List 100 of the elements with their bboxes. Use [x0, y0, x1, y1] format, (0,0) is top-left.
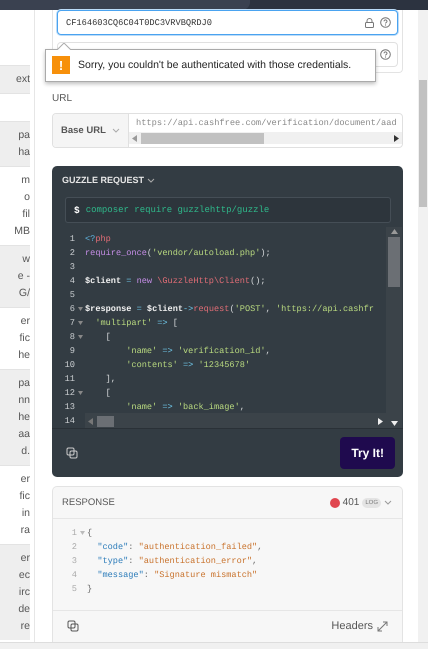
code-line: } [87, 584, 92, 594]
sidebar-text: o [24, 191, 30, 203]
line-number: 1 [68, 234, 75, 244]
sidebar-text: irc [18, 586, 30, 598]
url-field[interactable]: Base URL https://api.cashfree.com/verification/document/aad [52, 113, 403, 148]
sidebar-item[interactable]: er ec irc de re [0, 544, 30, 640]
code-line: $client = new \GuzzleHttp\Client(); [85, 276, 266, 286]
sidebar-text: e - [18, 270, 30, 282]
help-icon[interactable] [380, 49, 391, 60]
url-label: URL [52, 93, 74, 104]
fold-icon[interactable] [78, 321, 82, 325]
line-number: 7 [68, 318, 75, 328]
line-number: 4 [70, 570, 77, 580]
sidebar-text: de [18, 603, 30, 615]
line-number: 11 [64, 374, 75, 384]
sidebar-text: aa [18, 428, 30, 440]
arrow-icon[interactable] [390, 421, 398, 426]
status-code: 401 [342, 497, 360, 508]
sidebar-item[interactable]: w e - G/ [0, 245, 30, 307]
sidebar-text: nn [18, 394, 30, 406]
code-line: { [87, 528, 92, 538]
url-text: https://api.cashfree.com/verification/document/aad [135, 117, 398, 130]
code-line: "message": "Signature mismatch" [96, 570, 258, 580]
credential-field[interactable]: CF164603CQ6C04T0DC3VRVBQRDJ0 [57, 10, 398, 35]
sidebar-text: MB [14, 225, 30, 237]
line-number: 8 [68, 332, 75, 342]
help-icon[interactable] [380, 17, 391, 28]
sidebar-text: fil [22, 208, 30, 220]
arrow-icon[interactable] [378, 418, 383, 424]
code-line: 'name' => 'verification_id', [125, 346, 271, 356]
sidebar-text: in [22, 507, 30, 519]
sidebar-text: ec [18, 569, 30, 581]
sidebar-item[interactable]: pa nn he aa d. [0, 369, 30, 465]
chevron-icon [112, 128, 120, 133]
chevron-icon [384, 500, 392, 505]
line-number: 4 [68, 276, 75, 286]
code-line: "code": "authentication_failed", [96, 542, 262, 552]
expand-icon[interactable] [377, 620, 388, 632]
scrollbar[interactable] [129, 132, 402, 144]
sidebar-item[interactable]: pa ha [0, 121, 30, 166]
sidebar-text: fic [20, 332, 30, 344]
base-url-dropdown[interactable]: Base URL [53, 114, 129, 147]
horizontal-scrollbar[interactable] [0, 642, 428, 649]
scrollbar-thumb[interactable] [141, 132, 264, 144]
prompt-sign: $ [74, 204, 80, 216]
line-number: 14 [64, 416, 75, 426]
chevron-icon [147, 178, 156, 182]
panel-title[interactable]: GUZZLE REQUEST [62, 175, 144, 185]
code-line: [ [104, 332, 111, 342]
line-number: 2 [70, 542, 77, 552]
fold-icon[interactable] [78, 391, 82, 395]
fold-icon[interactable] [78, 307, 82, 311]
error-message: Sorry, you couldn't be authenticated with those credentials. [78, 59, 352, 71]
line-number: 3 [70, 556, 77, 566]
sidebar-text: fic [20, 490, 30, 502]
code-line: 'multipart' => [ [94, 318, 178, 328]
code-line: $response = $client->request('POST', 'https://api.cashfr [85, 304, 374, 314]
scrollbar[interactable] [418, 10, 428, 642]
sidebar-text: pa [18, 377, 30, 389]
sidebar-text: er [20, 315, 30, 327]
panel-title: RESPONSE [62, 497, 115, 508]
line-number: 9 [68, 346, 75, 356]
sidebar-text: d. [21, 445, 30, 457]
headers-link[interactable]: Headers [331, 620, 388, 632]
copy-icon[interactable] [67, 620, 79, 632]
fold-icon[interactable] [78, 335, 82, 339]
command-text: composer require guzzlehttp/guzzle [86, 205, 270, 215]
code-line: <?php [85, 234, 111, 244]
line-number: 1 [70, 528, 77, 538]
sidebar-text: er [20, 552, 30, 564]
try-it-button[interactable]: Try It! [340, 437, 395, 469]
line-number: 6 [68, 304, 75, 314]
sidebar-text: pa [18, 129, 30, 141]
line-number: 3 [68, 262, 75, 272]
sidebar-item[interactable]: ext [0, 65, 30, 93]
sidebar-text: m [21, 174, 30, 186]
code-line: "type": "authentication_error", [96, 556, 258, 566]
sidebar-text: re [20, 620, 30, 632]
copy-icon[interactable] [66, 447, 78, 459]
code-line: 'name' => 'back_image', [125, 402, 245, 412]
sidebar-text: ext [16, 73, 30, 85]
scrollbar[interactable] [85, 413, 386, 429]
line-number: 2 [68, 248, 75, 258]
scrollbar-thumb[interactable] [97, 416, 114, 426]
sidebar-text: w [22, 253, 30, 265]
line-number: 10 [64, 360, 75, 370]
sidebar-text: he [18, 411, 30, 423]
scrollbar-thumb[interactable] [419, 80, 427, 207]
arrow-icon[interactable] [394, 134, 399, 142]
sidebar-text: ra [20, 524, 30, 536]
fold-icon[interactable] [80, 531, 84, 535]
sidebar-text: ha [18, 146, 30, 158]
scrollbar-thumb[interactable] [388, 237, 400, 287]
sidebar-text: G/ [18, 287, 30, 299]
line-number: 5 [70, 584, 77, 594]
code-line: [ [104, 388, 111, 398]
line-number: 12 [64, 388, 75, 398]
scrollbar[interactable] [386, 227, 402, 428]
code-line: ], [104, 374, 116, 384]
code-line: 'contents' => '12345678' [125, 360, 250, 370]
